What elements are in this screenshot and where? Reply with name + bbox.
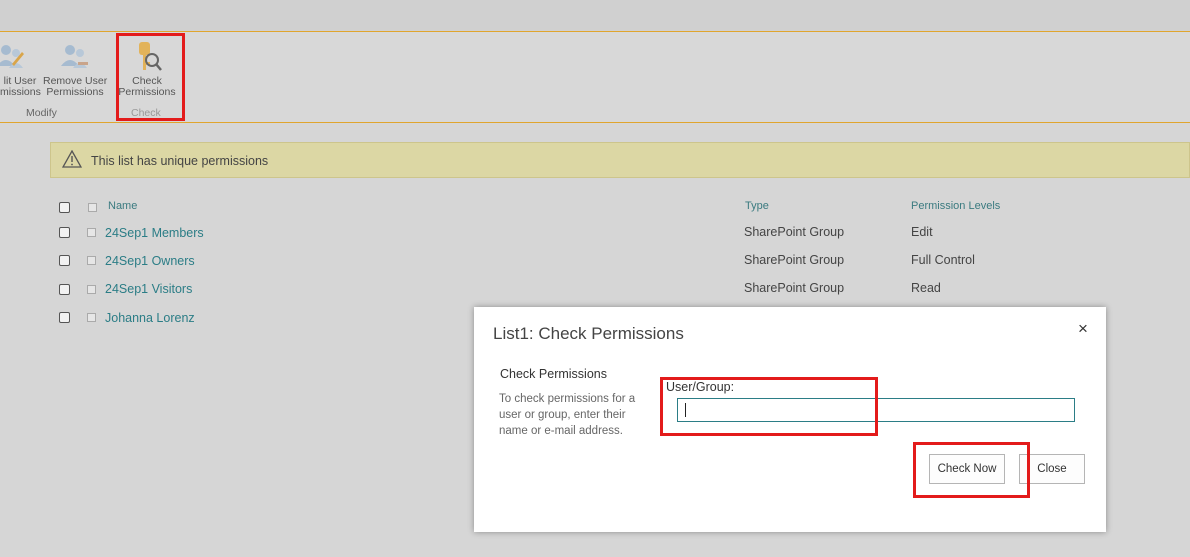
row-type-icon <box>87 256 96 265</box>
remove-user-permissions-button[interactable]: Remove User Permissions <box>43 42 107 98</box>
row-type: SharePoint Group <box>744 281 845 295</box>
ribbon-group-check: Check <box>131 107 161 119</box>
row-type-icon <box>87 228 96 237</box>
row-permission-level: Full Control <box>911 253 975 267</box>
check-permissions-label: Check Permissions <box>118 75 176 98</box>
header-permission-levels[interactable]: Permission Levels <box>911 200 1000 212</box>
people-remove-icon <box>61 45 88 68</box>
row-checkbox[interactable] <box>59 255 70 266</box>
row-permission-level: Edit <box>911 225 933 239</box>
row-checkbox[interactable] <box>59 227 70 238</box>
row-type: SharePoint Group <box>744 253 845 267</box>
check-permissions-dialog: List1: Check Permissions × Check Permiss… <box>474 307 1106 532</box>
close-icon[interactable]: × <box>1078 319 1088 339</box>
warning-icon <box>62 150 82 168</box>
edit-user-permissions-label: lit User missions <box>0 75 41 98</box>
user-group-label: User/Group: <box>666 380 735 394</box>
key-magnifier-icon <box>139 42 162 71</box>
dialog-title: List1: Check Permissions <box>493 324 684 343</box>
unique-permissions-banner: This list has unique permissions <box>50 142 1190 178</box>
section-title: Check Permissions <box>500 367 607 381</box>
row-name-link[interactable]: Johanna Lorenz <box>105 311 195 325</box>
row-type: SharePoint Group <box>744 225 845 239</box>
select-all-checkbox[interactable] <box>59 202 70 213</box>
people-edit-icon <box>0 45 24 68</box>
row-checkbox[interactable] <box>59 312 70 323</box>
user-group-input[interactable] <box>677 398 1075 422</box>
row-name-link[interactable]: 24Sep1 Owners <box>105 254 195 268</box>
select-all-icon <box>88 203 97 212</box>
header-type[interactable]: Type <box>745 200 769 212</box>
ribbon: lit User missions Remove User Permission… <box>0 32 1190 123</box>
edit-user-permissions-button[interactable]: lit User missions <box>0 42 41 98</box>
top-bar <box>0 0 1190 32</box>
row-name-link[interactable]: 24Sep1 Visitors <box>105 282 192 296</box>
check-permissions-button[interactable]: Check Permissions <box>117 42 177 98</box>
banner-text: This list has unique permissions <box>91 154 269 168</box>
header-name[interactable]: Name <box>108 200 137 212</box>
row-type-icon <box>87 313 96 322</box>
row-checkbox[interactable] <box>59 284 70 295</box>
row-type-icon <box>87 285 96 294</box>
remove-user-permissions-label: Remove User Permissions <box>43 75 108 98</box>
close-button[interactable]: Close <box>1019 454 1085 484</box>
ribbon-group-modify: Modify <box>26 107 57 119</box>
check-now-button[interactable]: Check Now <box>929 454 1005 484</box>
row-name-link[interactable]: 24Sep1 Members <box>105 226 204 240</box>
section-description: To check permissions for a user or group… <box>499 393 636 437</box>
text-caret <box>685 403 686 417</box>
row-permission-level: Read <box>911 281 941 295</box>
